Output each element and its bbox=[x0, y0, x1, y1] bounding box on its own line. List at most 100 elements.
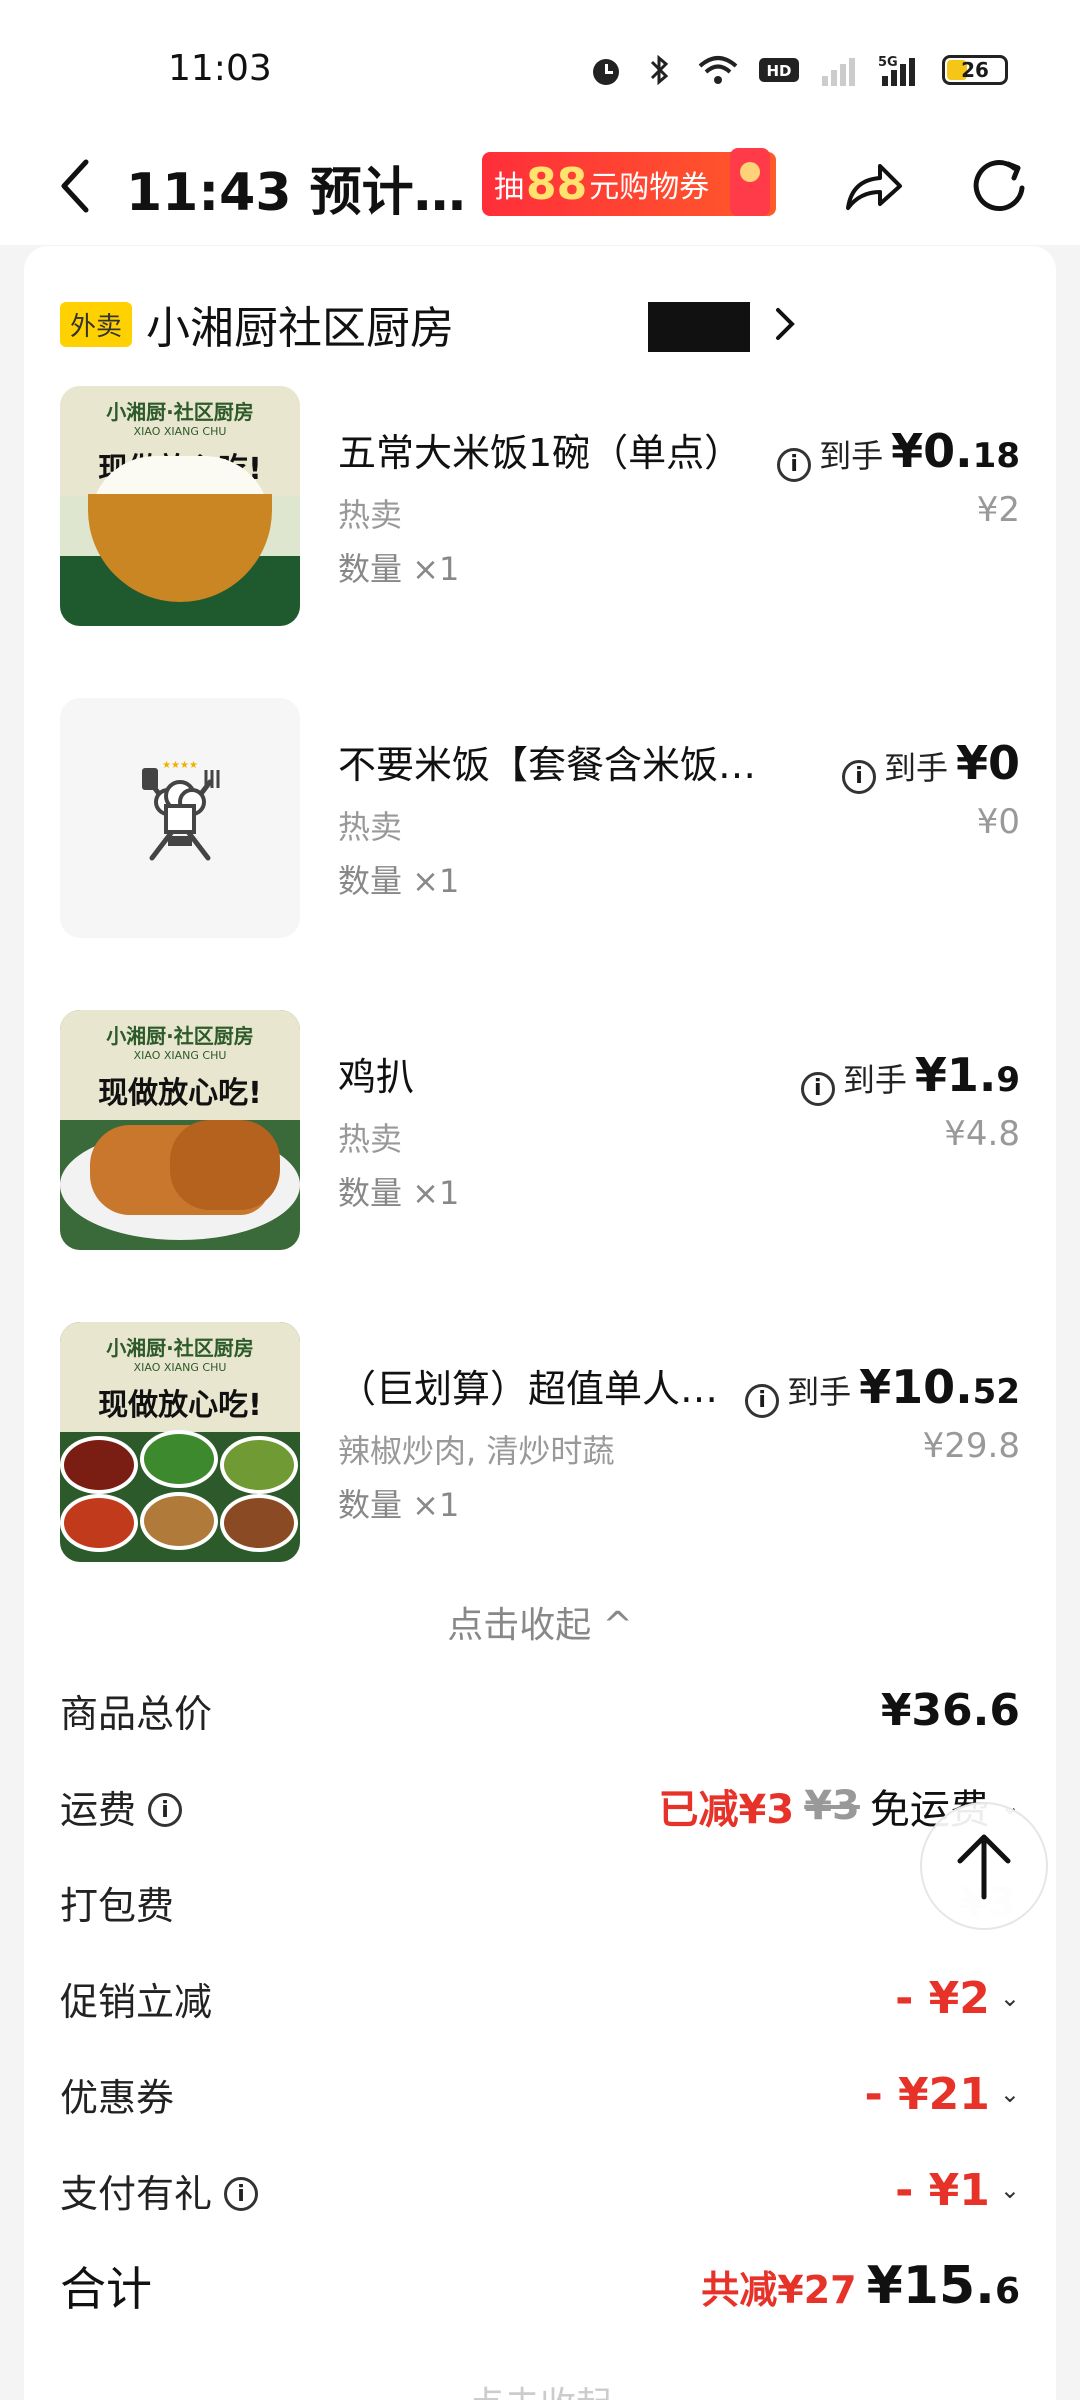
share-button[interactable] bbox=[842, 154, 906, 222]
svg-text:5G: 5G bbox=[878, 55, 898, 70]
coupon-value: - ¥21 bbox=[864, 2068, 990, 2120]
chef-utensils-icon: ★★★★ bbox=[142, 760, 220, 861]
page-title: 11:43 预计… bbox=[126, 163, 466, 223]
item-quantity: 数量 ×1 bbox=[338, 1174, 460, 1212]
order-item[interactable]: 小湘厨·社区厨房 XIAO XIANG CHU 现做放心吃! 五常大米饭1碗（单… bbox=[60, 386, 1020, 626]
image-slogan: 现做放心吃! bbox=[98, 1076, 262, 1111]
back-button[interactable] bbox=[44, 154, 104, 218]
net-price: ¥0 bbox=[955, 736, 1020, 790]
chevron-down-icon: ⌄ bbox=[999, 2176, 1020, 2204]
total-label: 合计 bbox=[60, 2262, 152, 2316]
delivery-fee-row[interactable]: 运费 i 已减¥3 ¥3 免运费 ⌄ bbox=[60, 1776, 1020, 1836]
status-bar: 11:03 HD 5G 26 bbox=[0, 0, 1080, 130]
scroll-to-top-button[interactable] bbox=[920, 1802, 1048, 1930]
item-quantity: 数量 ×1 bbox=[338, 862, 460, 900]
battery-icon: 26 bbox=[942, 55, 1008, 85]
alarm-icon bbox=[593, 59, 619, 85]
chevron-right-icon bbox=[776, 308, 795, 340]
nav-bar: 11:43 预计… 抽 88 元购物券 bbox=[0, 130, 1080, 245]
total-row: 合计 共减¥27 ¥15.6 bbox=[60, 2256, 1020, 2316]
svg-text:HD: HD bbox=[766, 62, 791, 80]
item-name: 鸡扒 bbox=[338, 1055, 415, 1099]
order-item[interactable]: ★★★★ 不要米饭【套餐含米饭… 热卖 数量 ×1 i 到手 ¥0 ¥0 bbox=[60, 698, 1020, 938]
wifi-icon bbox=[698, 56, 738, 84]
info-icon[interactable]: i bbox=[745, 1383, 780, 1418]
item-quantity: 数量 ×1 bbox=[338, 550, 460, 588]
net-price-label: 到手 bbox=[883, 749, 948, 787]
info-icon[interactable]: i bbox=[800, 1071, 835, 1106]
packing-fee-label: 打包费 bbox=[60, 1883, 175, 1928]
promo-discount-value: - ¥2 bbox=[895, 1972, 990, 2024]
item-price-row: i 到手 ¥0 bbox=[841, 736, 1020, 794]
total-saved: 共减¥27 bbox=[701, 2267, 857, 2312]
promo-banner[interactable]: 抽 88 元购物券 bbox=[482, 148, 776, 216]
original-price: ¥29.8 bbox=[922, 1426, 1020, 1466]
share-icon bbox=[846, 164, 902, 210]
goods-total-value: ¥36.6 bbox=[880, 1684, 1020, 1736]
promo-prefix: 抽 bbox=[494, 170, 524, 205]
takeout-badge: 外卖 bbox=[60, 301, 133, 347]
promo-amount: 88 bbox=[526, 158, 588, 210]
goods-total-label: 商品总价 bbox=[60, 1691, 213, 1736]
total-amount: ¥15.6 bbox=[866, 2256, 1020, 2316]
image-brand-sub: XIAO XIANG CHU bbox=[133, 1049, 227, 1062]
pay-gift-label: 支付有礼 bbox=[60, 2171, 213, 2216]
item-name: 五常大米饭1碗（单点） bbox=[338, 431, 743, 475]
net-price: ¥0.18 bbox=[891, 424, 1020, 478]
shop-row[interactable]: 外卖 小湘厨社区厨房 bbox=[60, 294, 1010, 354]
item-price-row: i 到手 ¥0.18 bbox=[777, 424, 1020, 482]
item-name: 不要米饭【套餐含米饭… bbox=[338, 743, 757, 787]
item-image-rice: 小湘厨·社区厨房 XIAO XIANG CHU 现做放心吃! bbox=[60, 386, 300, 626]
net-price-label: 到手 bbox=[819, 437, 884, 475]
item-tag: 辣椒炒肉, 清炒时蔬 bbox=[338, 1432, 615, 1470]
order-item[interactable]: 小湘厨·社区厨房 XIAO XIANG CHU 现做放心吃! 鸡扒 热卖 数量 … bbox=[60, 1010, 1020, 1250]
item-price-row: i 到手 ¥1.9 bbox=[800, 1048, 1020, 1106]
battery-level: 26 bbox=[961, 58, 989, 82]
image-brand-sub: XIAO XIANG CHU bbox=[133, 425, 227, 438]
info-icon[interactable]: i bbox=[777, 447, 812, 482]
hd-icon: HD bbox=[759, 58, 799, 82]
delivery-fee-label: 运费 bbox=[60, 1787, 137, 1832]
promo-discount-label: 促销立减 bbox=[60, 1979, 213, 2024]
status-icons: HD 5G 26 bbox=[588, 52, 1008, 88]
info-icon[interactable]: i bbox=[224, 2177, 259, 2211]
image-slogan: 现做放心吃! bbox=[98, 1388, 262, 1423]
item-image-combo: 小湘厨·社区厨房 XIAO XIANG CHU 现做放心吃! bbox=[60, 1322, 300, 1562]
order-card: 外卖 小湘厨社区厨房 小湘厨·社区厨房 XIAO XIANG CHU 现做放心吃… bbox=[24, 246, 1056, 2400]
net-price: ¥1.9 bbox=[914, 1048, 1020, 1102]
collapse-button[interactable]: 点击收起 ^ bbox=[24, 1596, 1056, 1648]
item-quantity: 数量 ×1 bbox=[338, 1486, 460, 1524]
bottom-collapse-label[interactable]: 点击收起 bbox=[0, 2376, 1080, 2400]
info-icon[interactable]: i bbox=[148, 1793, 183, 1827]
delivery-fee-label-group: 运费 i bbox=[60, 1779, 183, 1834]
promo-discount-row[interactable]: 促销立减 - ¥2 ⌄ bbox=[60, 1968, 1020, 2028]
back-icon bbox=[61, 159, 89, 213]
promo-suffix: 元购物券 bbox=[589, 170, 710, 205]
delivery-original: ¥3 bbox=[804, 1783, 860, 1829]
image-brand: 小湘厨·社区厨房 bbox=[106, 1336, 254, 1360]
original-price: ¥2 bbox=[976, 490, 1020, 530]
packing-fee-row: 打包费 bbox=[60, 1872, 1020, 1932]
pay-gift-value: - ¥1 bbox=[895, 2164, 990, 2216]
info-icon[interactable]: i bbox=[841, 759, 876, 794]
refresh-button[interactable] bbox=[968, 154, 1032, 222]
pay-gift-row[interactable]: 支付有礼 i - ¥1 ⌄ bbox=[60, 2160, 1020, 2220]
net-price-label: 到手 bbox=[842, 1061, 907, 1099]
item-tag: 热卖 bbox=[338, 808, 403, 846]
chevron-down-icon: ⌄ bbox=[999, 2080, 1020, 2108]
item-name: （巨划算）超值单人… bbox=[338, 1367, 719, 1411]
item-tag: 热卖 bbox=[338, 1120, 403, 1158]
chevron-down-icon: ⌄ bbox=[999, 1984, 1020, 2012]
net-price: ¥10.52 bbox=[859, 1360, 1020, 1414]
shop-name: 小湘厨社区厨房 bbox=[146, 303, 455, 354]
pay-gift-label-group: 支付有礼 i bbox=[60, 2163, 259, 2218]
status-time: 11:03 bbox=[168, 48, 272, 89]
item-price-row: i 到手 ¥10.52 bbox=[745, 1360, 1020, 1418]
original-price: ¥0 bbox=[976, 802, 1020, 842]
goods-total-row: 商品总价 ¥36.6 bbox=[60, 1680, 1020, 1740]
order-item[interactable]: 小湘厨·社区厨房 XIAO XIANG CHU 现做放心吃! （巨划算）超值单人… bbox=[60, 1322, 1020, 1562]
gift-icon bbox=[730, 148, 770, 216]
svg-text:★★★★: ★★★★ bbox=[162, 760, 198, 771]
refresh-icon bbox=[973, 160, 1025, 211]
coupon-row[interactable]: 优惠券 - ¥21 ⌄ bbox=[60, 2064, 1020, 2124]
